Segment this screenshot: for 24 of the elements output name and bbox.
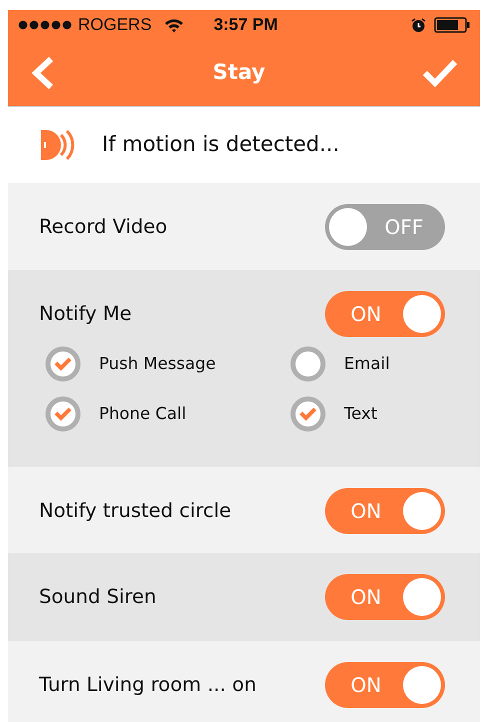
toggle-switch[interactable]: OFF [325,204,445,250]
page-title: Stay [212,59,266,86]
setting-label: Sound Siren [39,584,156,610]
setting-label: Notify Me [39,300,132,327]
setting-label: Record Video [39,214,168,240]
checkbox-option[interactable]: Push Message [45,346,290,382]
toggle-switch[interactable]: ON [325,488,445,534]
battery-icon [434,17,470,33]
signal-icon [18,20,74,30]
alarm-icon [411,18,426,32]
back-icon[interactable] [30,56,56,90]
checkbox-option[interactable]: Email [290,346,445,382]
toggle-switch[interactable]: ON [325,662,445,708]
status-time: 3:57 PM [214,14,278,36]
toggle-switch[interactable]: ON [325,574,445,620]
setting-label: Notify trusted circle [39,498,232,524]
checkmark-icon[interactable] [422,58,458,88]
toggle-switch[interactable]: ON [325,290,445,336]
setting-label: Turn Living room ... on [39,672,256,698]
header-text: If motion is detected... [102,131,340,158]
checkbox-option[interactable]: Phone Call [45,396,290,432]
checkbox-option[interactable]: Text [290,396,445,432]
carrier-name: ROGERS [78,14,152,36]
wifi-icon [164,18,184,32]
